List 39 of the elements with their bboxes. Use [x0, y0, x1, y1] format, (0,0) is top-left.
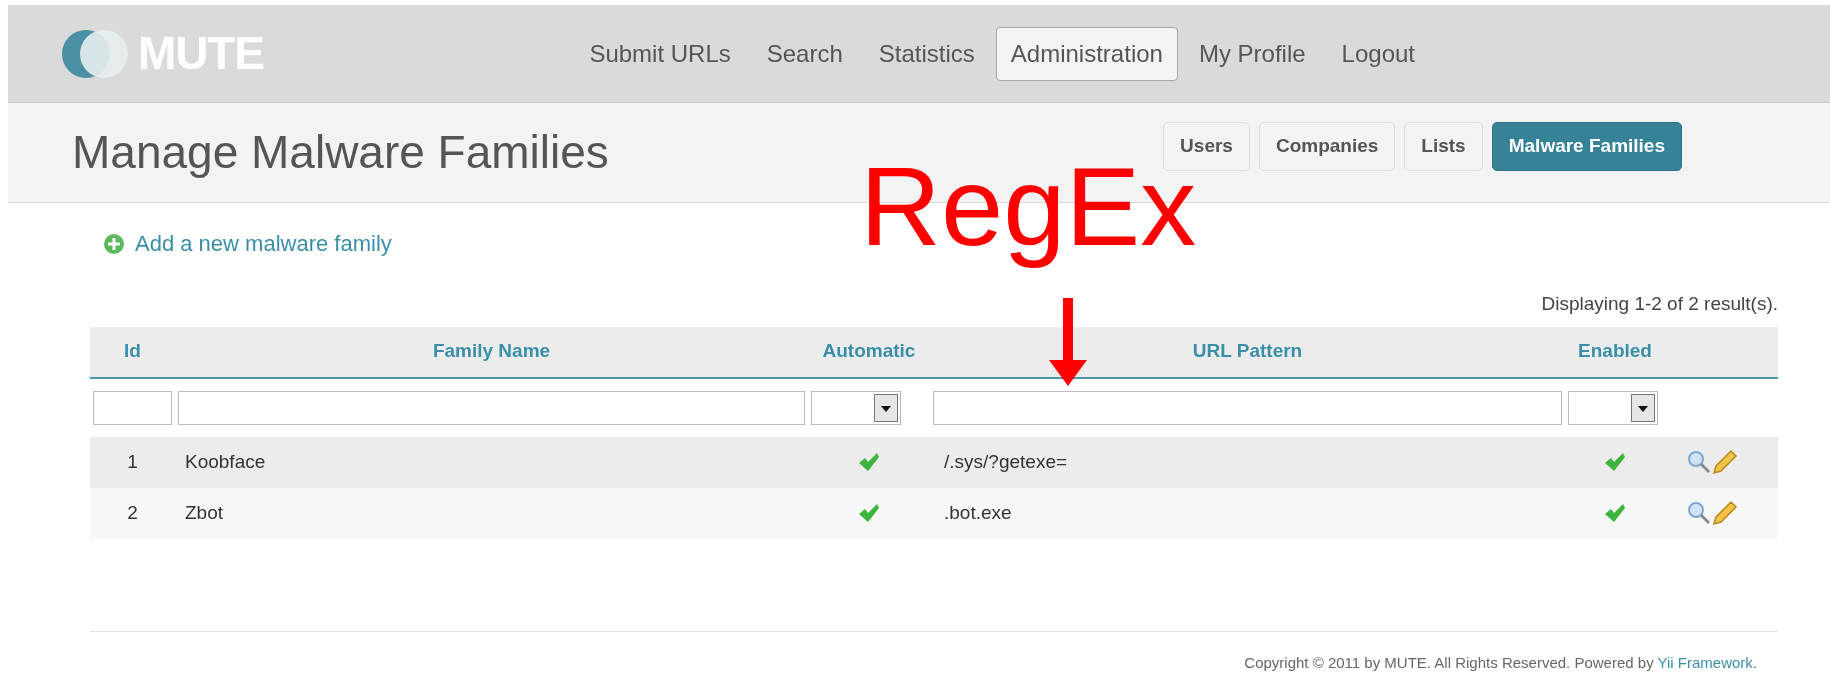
- table-cell: Koobface: [185, 450, 266, 472]
- nav-link[interactable]: My Profile: [1183, 26, 1321, 81]
- column-header[interactable]: Id: [124, 337, 141, 366]
- add-icon: [103, 232, 125, 255]
- filter-dropdown[interactable]: [1568, 390, 1658, 425]
- table-cell: .bot.exe: [944, 501, 1012, 523]
- subtab[interactable]: Lists: [1404, 122, 1483, 171]
- search-icon[interactable]: [1687, 501, 1711, 525]
- add-link[interactable]: Add a new malware family: [135, 227, 392, 260]
- framework-link[interactable]: Yii Framework: [1657, 653, 1753, 671]
- table-cell: /.sys/?getexe=: [944, 450, 1068, 472]
- pencil-icon[interactable]: [1712, 449, 1738, 475]
- pencil-icon[interactable]: [1712, 500, 1738, 526]
- copyright-text: Copyright © 2011 by MUTE. All Rights Reserved. Powered by Yii Framework.: [1244, 652, 1757, 673]
- result-summary: Displaying 1-2 of 2 result(s).: [1541, 292, 1778, 316]
- column-header[interactable]: URL Pattern: [1192, 337, 1303, 366]
- subtab[interactable]: Users: [1163, 122, 1250, 171]
- subtab[interactable]: Malware Families: [1491, 122, 1682, 171]
- caret-icon: [1631, 393, 1655, 422]
- page-title: Manage Malware Families: [72, 125, 609, 180]
- table-cell-text: 1: [127, 449, 138, 474]
- nav-link[interactable]: Submit URLs: [574, 26, 746, 81]
- column-header[interactable]: Enabled: [1578, 337, 1652, 366]
- column-header[interactable]: Automatic: [822, 337, 916, 366]
- nav-link[interactable]: Administration: [995, 26, 1178, 81]
- table-cell-text: 2: [127, 500, 138, 525]
- subtab[interactable]: Companies: [1258, 122, 1396, 171]
- filter-field[interactable]: [93, 390, 172, 425]
- filter-field[interactable]: [933, 390, 1562, 425]
- table-cell: Zbot: [185, 501, 224, 523]
- nav-link[interactable]: Statistics: [863, 26, 990, 81]
- nav-link[interactable]: Logout: [1326, 26, 1430, 81]
- nav-link[interactable]: Search: [751, 26, 858, 81]
- search-icon[interactable]: [1687, 450, 1711, 474]
- logo-icon: [60, 27, 130, 80]
- column-header[interactable]: Family Name: [432, 337, 551, 366]
- caret-icon: [874, 393, 898, 422]
- filter-dropdown[interactable]: [811, 390, 901, 425]
- filter-field[interactable]: [178, 390, 805, 425]
